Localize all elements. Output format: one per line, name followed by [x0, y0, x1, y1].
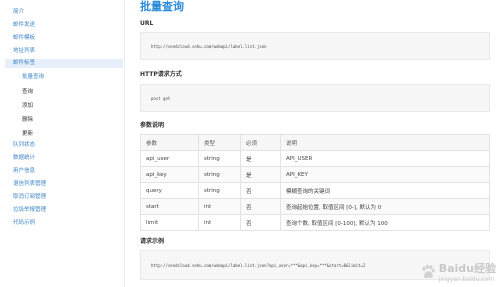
- param-type: string: [198, 182, 241, 199]
- table-row: api_user string 是 API_USER: [140, 150, 490, 167]
- example-section-title: 请求示例: [140, 238, 165, 245]
- sidebar-subitem-delete[interactable]: 删除: [22, 116, 33, 125]
- param-required: 否: [240, 214, 281, 231]
- method-code-block: post get: [140, 84, 490, 112]
- page-title: 批量查询: [140, 0, 184, 13]
- sidebar-item-user-info[interactable]: 用户信息: [5, 167, 123, 176]
- url-section-title: URL: [140, 20, 154, 27]
- table-row: limit int 否 查询个数, 取值区间 [0-100], 默认为 100: [140, 214, 490, 231]
- sidebar-subitem-update[interactable]: 更新: [22, 130, 33, 139]
- method-section-title: HTTP请求方式: [140, 71, 182, 78]
- main-content: 批量查询 URL http://sendcloud.sohu.com/webap…: [140, 0, 496, 287]
- param-description: 查询个数, 取值区间 [0-100], 默认为 100: [280, 214, 490, 231]
- sidebar-nav: 简介 邮件发送 邮件模板 地址列表 邮件标签 批量查询 查询 添加 删除 更新 …: [0, 0, 125, 287]
- url-code-text: http://sendcloud.sohu.com/webapi/label.l…: [151, 44, 267, 49]
- sidebar-subitem-batch-query[interactable]: 批量查询: [22, 73, 44, 82]
- header-required: 必须: [240, 134, 281, 151]
- sidebar-item-address-list[interactable]: 地址列表: [5, 47, 123, 56]
- param-name: limit: [140, 214, 199, 231]
- param-required: 否: [240, 182, 281, 199]
- table-row: start int 否 查询起始位置, 取值区间 [0-], 默认为 0: [140, 198, 490, 215]
- header-description: 说明: [280, 134, 490, 151]
- example-code-text: http://sendcloud.sohu.com/webapi/label.l…: [151, 263, 366, 268]
- method-code-text: post get: [151, 96, 171, 101]
- param-description: 查询起始位置, 取值区间 [0-], 默认为 0: [280, 198, 490, 215]
- param-description: API_USER: [280, 150, 490, 167]
- param-name: api_key: [140, 166, 199, 183]
- param-name: start: [140, 198, 199, 215]
- sidebar-subitem-add[interactable]: 添加: [22, 102, 33, 111]
- param-type: int: [198, 214, 241, 231]
- params-section-title: 参数说明: [140, 122, 165, 129]
- param-description: API_KEY: [280, 166, 490, 183]
- table-header-row: 参数 类型 必须 说明: [140, 134, 490, 151]
- header-type: 类型: [198, 134, 241, 151]
- watermark-text: Baidu经验: [438, 262, 496, 275]
- watermark-subtext: jingyan.baidu.com: [438, 276, 495, 283]
- sidebar-item-spam-report[interactable]: 垃圾举报管理: [5, 206, 123, 215]
- sidebar-item-mail-label[interactable]: 邮件标签: [5, 59, 123, 68]
- param-name: api_user: [140, 150, 199, 167]
- url-code-block: http://sendcloud.sohu.com/webapi/label.l…: [140, 32, 490, 60]
- table-row: query string 否 模糊查询的关键词: [140, 182, 490, 199]
- params-table: 参数 类型 必须 说明 api_user string 是 API_USER a…: [140, 134, 490, 231]
- param-required: 否: [240, 198, 281, 215]
- sidebar-item-mail-template[interactable]: 邮件模板: [5, 34, 123, 43]
- param-type: int: [198, 198, 241, 215]
- sidebar-item-mail-send[interactable]: 邮件发送: [5, 21, 123, 30]
- baidu-paw-icon: [422, 264, 435, 278]
- sidebar-item-queue-status[interactable]: 队列状态: [5, 141, 123, 150]
- param-required: 是: [240, 150, 281, 167]
- sidebar-item-stats[interactable]: 数据统计: [5, 154, 123, 163]
- param-type: string: [198, 150, 241, 167]
- sidebar-subitem-query[interactable]: 查询: [22, 88, 33, 97]
- sidebar-item-code-examples[interactable]: 代码示例: [5, 219, 123, 228]
- param-type: string: [198, 166, 241, 183]
- param-required: 是: [240, 166, 281, 183]
- table-row: api_key string 是 API_KEY: [140, 166, 490, 183]
- param-description: 模糊查询的关键词: [280, 182, 490, 199]
- param-name: query: [140, 182, 199, 199]
- baidu-watermark: Baidu经验 jingyan.baidu.com: [420, 260, 496, 283]
- sidebar-item-intro[interactable]: 简介: [5, 8, 123, 17]
- sidebar-item-bounce-list[interactable]: 退信列表管理: [5, 180, 123, 189]
- sidebar-item-unsubscribe[interactable]: 取消订阅管理: [5, 193, 123, 202]
- header-param: 参数: [140, 134, 199, 151]
